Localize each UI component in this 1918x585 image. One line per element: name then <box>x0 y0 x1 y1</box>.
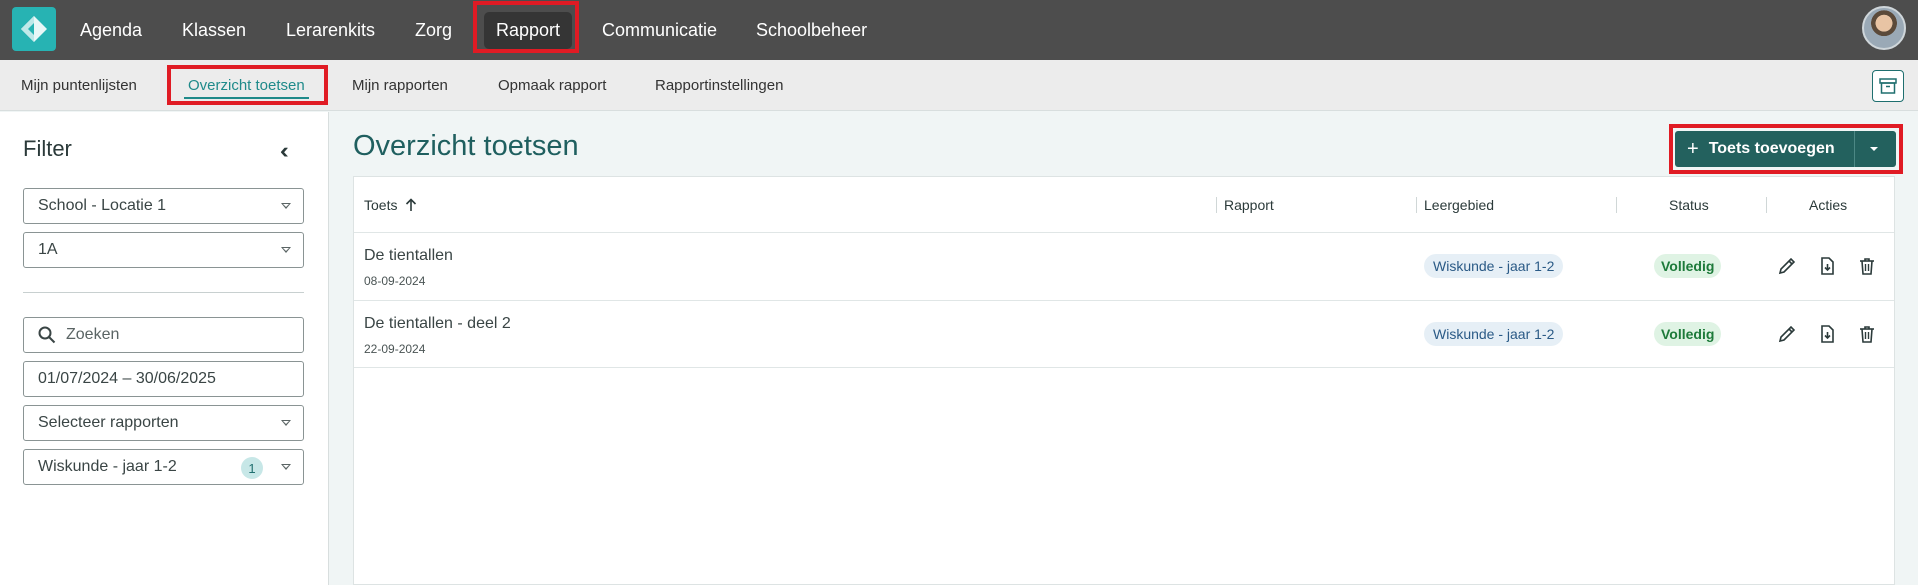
column-header-acties: Acties <box>1809 196 1848 213</box>
column-separator[interactable] <box>1766 197 1767 213</box>
column-separator[interactable] <box>1616 197 1617 213</box>
nav-item-schoolbeheer[interactable]: Schoolbeheer <box>744 0 879 60</box>
column-header-toets[interactable]: Toets <box>364 177 417 232</box>
page-title: Overzicht toetsen <box>353 130 579 162</box>
school-select[interactable]: School - Locatie 1 <box>23 188 304 224</box>
avatar[interactable] <box>1862 6 1906 50</box>
arrow-up-icon <box>406 197 417 211</box>
leergebied-tag: Wiskunde - jaar 1-2 <box>1424 322 1564 346</box>
toets-date: 08-09-2024 <box>364 274 426 288</box>
date-range-field[interactable]: 01/07/2024 – 30/06/2025 <box>23 361 304 397</box>
table-row[interactable]: De tientallen - deel 2 22-09-2024 Wiskun… <box>354 300 1894 368</box>
search-input[interactable]: Zoeken <box>23 317 304 353</box>
selection-count-badge: 1 <box>241 457 263 479</box>
subnav-rapportinstellingen[interactable]: Rapportinstellingen <box>643 60 795 111</box>
top-navigation-bar: Agenda Klassen Lerarenkits Zorg Rapport … <box>0 0 1918 60</box>
subnav-mijn-puntenlijsten[interactable]: Mijn puntenlijsten <box>9 60 149 111</box>
file-download-icon[interactable] <box>1816 255 1838 277</box>
nav-item-agenda[interactable]: Agenda <box>68 0 154 60</box>
caret-down-icon <box>281 464 291 470</box>
column-header-rapport[interactable]: Rapport <box>1224 177 1274 232</box>
toets-name[interactable]: De tientallen - deel 2 <box>364 315 511 333</box>
filter-sidebar: Filter ‹‹ School - Locatie 1 1A Zoeken 0… <box>0 112 329 585</box>
rapporten-select-value: Selecteer rapporten <box>38 414 179 431</box>
column-header-status: Status <box>1669 196 1709 213</box>
nav-item-rapport[interactable]: Rapport <box>484 0 573 60</box>
nav-item-communicatie[interactable]: Communicatie <box>590 0 729 60</box>
rapporten-select[interactable]: Selecteer rapporten <box>23 405 304 441</box>
trash-icon[interactable] <box>1856 255 1878 277</box>
subnav-opmaak-rapport[interactable]: Opmaak rapport <box>486 60 618 111</box>
plus-icon: + <box>1687 137 1699 160</box>
add-toets-button[interactable]: + Toets toevoegen <box>1675 131 1896 167</box>
archive-icon <box>1879 78 1897 94</box>
column-header-leergebied[interactable]: Leergebied <box>1424 177 1494 232</box>
double-chevron-left-icon[interactable]: ‹‹ <box>280 138 288 164</box>
pencil-icon[interactable] <box>1776 255 1798 277</box>
leergebied-select[interactable]: Wiskunde - jaar 1-2 1 <box>23 449 304 485</box>
caret-down-icon <box>281 247 291 253</box>
search-icon <box>38 326 56 344</box>
add-toets-label: Toets toevoegen <box>1708 140 1835 157</box>
nav-item-klassen[interactable]: Klassen <box>170 0 258 60</box>
pencil-icon[interactable] <box>1776 323 1798 345</box>
caret-down-icon <box>281 420 291 426</box>
caret-down-icon <box>281 203 291 209</box>
klas-select-value: 1A <box>38 241 58 258</box>
column-separator[interactable] <box>1216 197 1217 213</box>
archive-button[interactable] <box>1872 70 1904 102</box>
button-separator <box>1854 131 1855 167</box>
chevron-down-icon[interactable] <box>1870 147 1878 151</box>
subnav-mijn-rapporten[interactable]: Mijn rapporten <box>340 60 460 111</box>
column-separator[interactable] <box>1416 197 1417 213</box>
subnav-overzicht-toetsen[interactable]: Overzicht toetsen <box>176 60 317 111</box>
nav-item-lerarenkits[interactable]: Lerarenkits <box>274 0 387 60</box>
status-badge: Volledig <box>1654 322 1722 346</box>
date-range-value: 01/07/2024 – 30/06/2025 <box>38 370 216 387</box>
search-placeholder: Zoeken <box>66 326 120 343</box>
leergebied-tag: Wiskunde - jaar 1-2 <box>1424 254 1564 278</box>
sub-navigation-bar: Mijn puntenlijsten Overzicht toetsen Mij… <box>0 60 1918 111</box>
table-row[interactable]: De tientallen 08-09-2024 Wiskunde - jaar… <box>354 232 1894 300</box>
klas-select[interactable]: 1A <box>23 232 304 268</box>
toets-name[interactable]: De tientallen <box>364 247 453 265</box>
toetsen-table: Toets Rapport Leergebied Status Acties D… <box>353 176 1895 585</box>
school-select-value: School - Locatie 1 <box>38 197 167 214</box>
status-badge: Volledig <box>1654 254 1722 278</box>
file-download-icon[interactable] <box>1816 323 1838 345</box>
nav-item-zorg[interactable]: Zorg <box>403 0 464 60</box>
leergebied-select-value: Wiskunde - jaar 1-2 <box>38 458 177 475</box>
trash-icon[interactable] <box>1856 323 1878 345</box>
filter-divider <box>23 292 304 293</box>
toets-date: 22-09-2024 <box>364 342 426 356</box>
filter-title: Filter <box>23 136 72 161</box>
app-logo-icon[interactable] <box>12 7 56 51</box>
